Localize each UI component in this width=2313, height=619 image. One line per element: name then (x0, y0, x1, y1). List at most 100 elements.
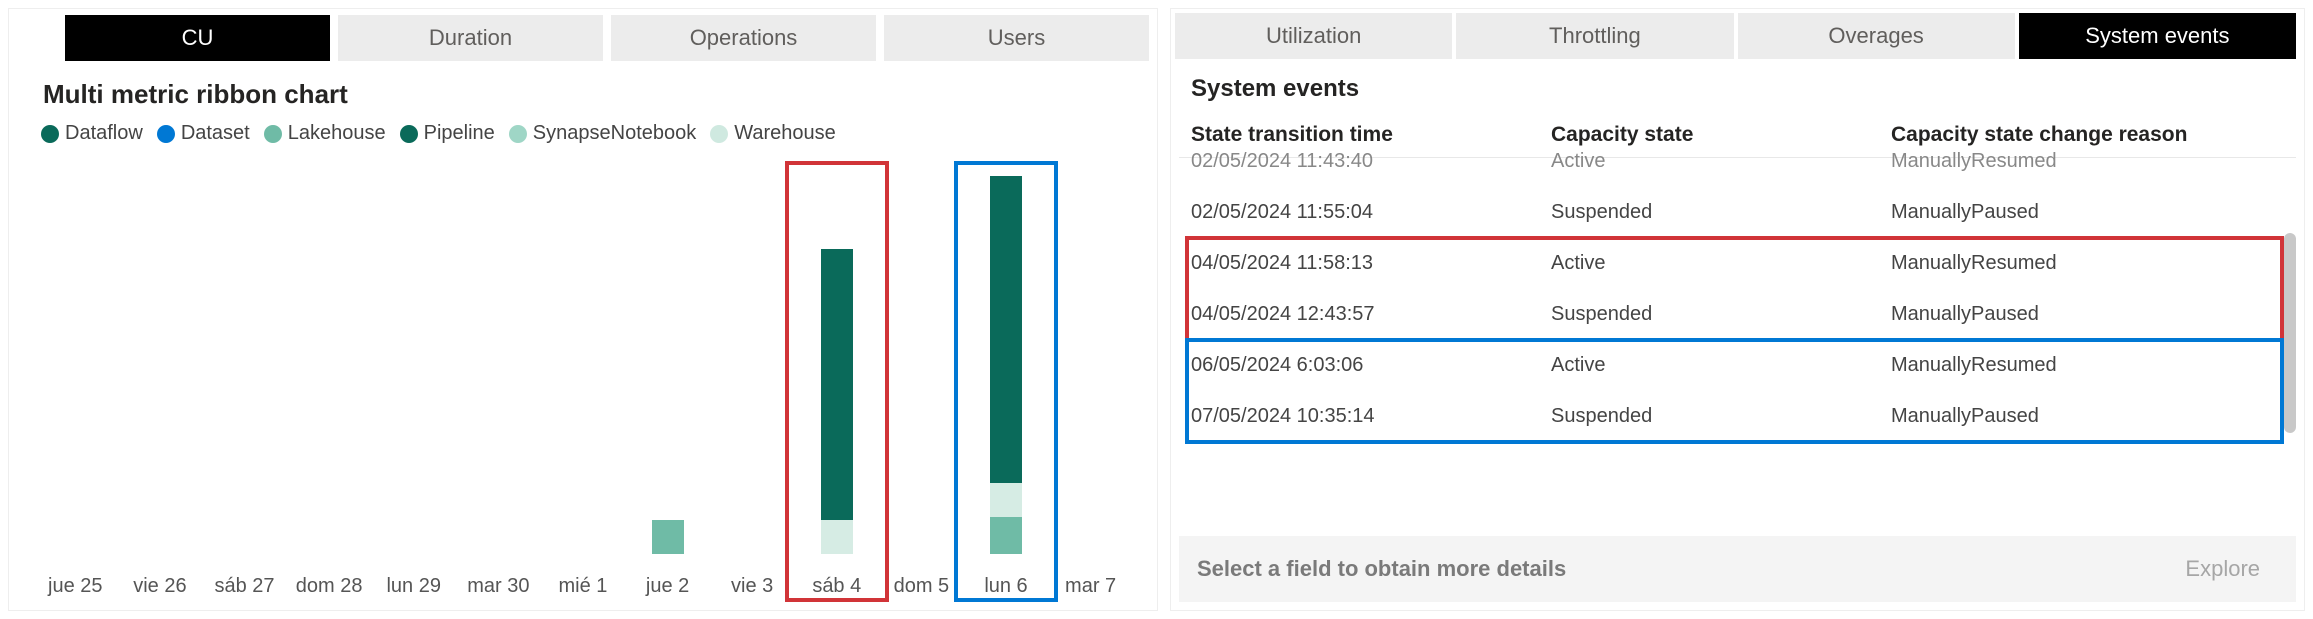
legend-label: Warehouse (734, 122, 836, 145)
legend-swatch-icon (157, 125, 175, 143)
cell-state: Active (1551, 354, 1891, 377)
cell-state: Suspended (1551, 405, 1891, 428)
table-rows: 02/05/2024 11:43:40ActiveManuallyResumed… (1179, 136, 2296, 442)
cell-time: 04/05/2024 12:43:57 (1191, 303, 1551, 326)
table-row[interactable]: 07/05/2024 10:35:14SuspendedManuallyPaus… (1179, 391, 2296, 442)
legend-item-dataflow[interactable]: Dataflow (41, 122, 143, 145)
bar-stack[interactable] (1075, 161, 1107, 554)
bar-segment-dataflow (990, 176, 1022, 483)
x-tick: jue 2 (625, 575, 710, 598)
cell-reason: ManuallyPaused (1891, 405, 2284, 428)
system-events-title: System events (1171, 59, 2304, 113)
footer-bar: Select a field to obtain more details Ex… (1179, 536, 2296, 602)
bar-slot (710, 161, 795, 554)
x-tick: lun 29 (371, 575, 456, 598)
bar-stack[interactable] (905, 161, 937, 554)
explore-button[interactable]: Explore (2167, 550, 2278, 588)
tab-cu[interactable]: CU (65, 15, 330, 61)
legend-item-pipeline[interactable]: Pipeline (400, 122, 495, 145)
chart-body: jue 25vie 26sáb 27dom 28lun 29mar 30mié … (9, 151, 1157, 610)
legend-item-synapsenotebook[interactable]: SynapseNotebook (509, 122, 696, 145)
bar-stack[interactable] (313, 161, 345, 554)
bar-slot (456, 161, 541, 554)
bars-area (33, 161, 1133, 554)
table-row[interactable]: 02/05/2024 11:43:40ActiveManuallyResumed (1179, 136, 2296, 187)
bar-stack[interactable] (567, 161, 599, 554)
x-tick: sáb 27 (202, 575, 287, 598)
footer-hint: Select a field to obtain more details (1197, 556, 2167, 582)
x-tick: dom 5 (879, 575, 964, 598)
tab-system-events[interactable]: System events (2019, 13, 2296, 59)
bar-slot (964, 161, 1049, 554)
chart-title: Multi metric ribbon chart (9, 61, 1157, 122)
cell-time: 04/05/2024 11:58:13 (1191, 252, 1551, 275)
scrollbar-thumb[interactable] (2284, 233, 2296, 433)
cell-reason: ManuallyPaused (1891, 201, 2284, 224)
bar-stack[interactable] (990, 161, 1022, 554)
legend-item-lakehouse[interactable]: Lakehouse (264, 122, 386, 145)
bar-stack[interactable] (398, 161, 430, 554)
cell-time: 07/05/2024 10:35:14 (1191, 405, 1551, 428)
bar-slot (625, 161, 710, 554)
tab-utilization[interactable]: Utilization (1175, 13, 1452, 59)
bar-segment-dataflow (821, 249, 853, 519)
bar-segment-lakehouse (990, 517, 1022, 554)
tab-overages[interactable]: Overages (1738, 13, 2015, 59)
tab-users[interactable]: Users (884, 15, 1149, 61)
bar-slot (794, 161, 879, 554)
legend: Dataflow Dataset Lakehouse Pipeline SynapseN… (9, 122, 1157, 151)
left-tabs: CUDurationOperationsUsers (9, 9, 1157, 61)
tab-duration[interactable]: Duration (338, 15, 603, 61)
legend-item-warehouse[interactable]: Warehouse (710, 122, 836, 145)
right-tabs: UtilizationThrottlingOveragesSystem even… (1171, 9, 2304, 59)
events-table: State transition time Capacity state Cap… (1179, 113, 2296, 530)
x-tick: mar 30 (456, 575, 541, 598)
cell-state: Active (1551, 252, 1891, 275)
x-axis: jue 25vie 26sáb 27dom 28lun 29mar 30mié … (33, 575, 1133, 598)
bar-stack[interactable] (482, 161, 514, 554)
bar-slot (118, 161, 203, 554)
bar-stack[interactable] (736, 161, 768, 554)
legend-swatch-icon (400, 125, 418, 143)
legend-label: SynapseNotebook (533, 122, 696, 145)
legend-swatch-icon (710, 125, 728, 143)
bar-stack[interactable] (144, 161, 176, 554)
bar-slot (371, 161, 456, 554)
cell-time: 02/05/2024 11:55:04 (1191, 201, 1551, 224)
legend-swatch-icon (41, 125, 59, 143)
x-tick: jue 25 (33, 575, 118, 598)
bar-slot (33, 161, 118, 554)
bar-stack[interactable] (229, 161, 261, 554)
table-row[interactable]: 04/05/2024 11:58:13ActiveManuallyResumed (1179, 238, 2296, 289)
tab-operations[interactable]: Operations (611, 15, 876, 61)
bar-stack[interactable] (652, 161, 684, 554)
cell-reason: ManuallyResumed (1891, 150, 2284, 173)
x-tick: mar 7 (1048, 575, 1133, 598)
bar-stack[interactable] (59, 161, 91, 554)
bar-slot (287, 161, 372, 554)
legend-item-dataset[interactable]: Dataset (157, 122, 250, 145)
x-tick: vie 3 (710, 575, 795, 598)
cell-time: 06/05/2024 6:03:06 (1191, 354, 1551, 377)
x-tick: vie 26 (118, 575, 203, 598)
tab-throttling[interactable]: Throttling (1456, 13, 1733, 59)
bar-stack[interactable] (821, 161, 853, 554)
cell-state: Active (1551, 150, 1891, 173)
cell-reason: ManuallyPaused (1891, 303, 2284, 326)
x-tick: lun 6 (964, 575, 1049, 598)
x-tick: sáb 4 (794, 575, 879, 598)
bar-slot (541, 161, 626, 554)
right-panel: UtilizationThrottlingOveragesSystem even… (1170, 8, 2305, 611)
x-tick: mié 1 (541, 575, 626, 598)
legend-label: Pipeline (424, 122, 495, 145)
legend-label: Lakehouse (288, 122, 386, 145)
left-panel: CUDurationOperationsUsers Multi metric r… (8, 8, 1158, 611)
cell-reason: ManuallyResumed (1891, 354, 2284, 377)
x-tick: dom 28 (287, 575, 372, 598)
table-row[interactable]: 04/05/2024 12:43:57SuspendedManuallyPaus… (1179, 289, 2296, 340)
bar-segment-lakehouse (652, 520, 684, 554)
bar-slot (202, 161, 287, 554)
table-row[interactable]: 06/05/2024 6:03:06ActiveManuallyResumed (1179, 340, 2296, 391)
table-row[interactable]: 02/05/2024 11:55:04SuspendedManuallyPaus… (1179, 187, 2296, 238)
legend-label: Dataset (181, 122, 250, 145)
